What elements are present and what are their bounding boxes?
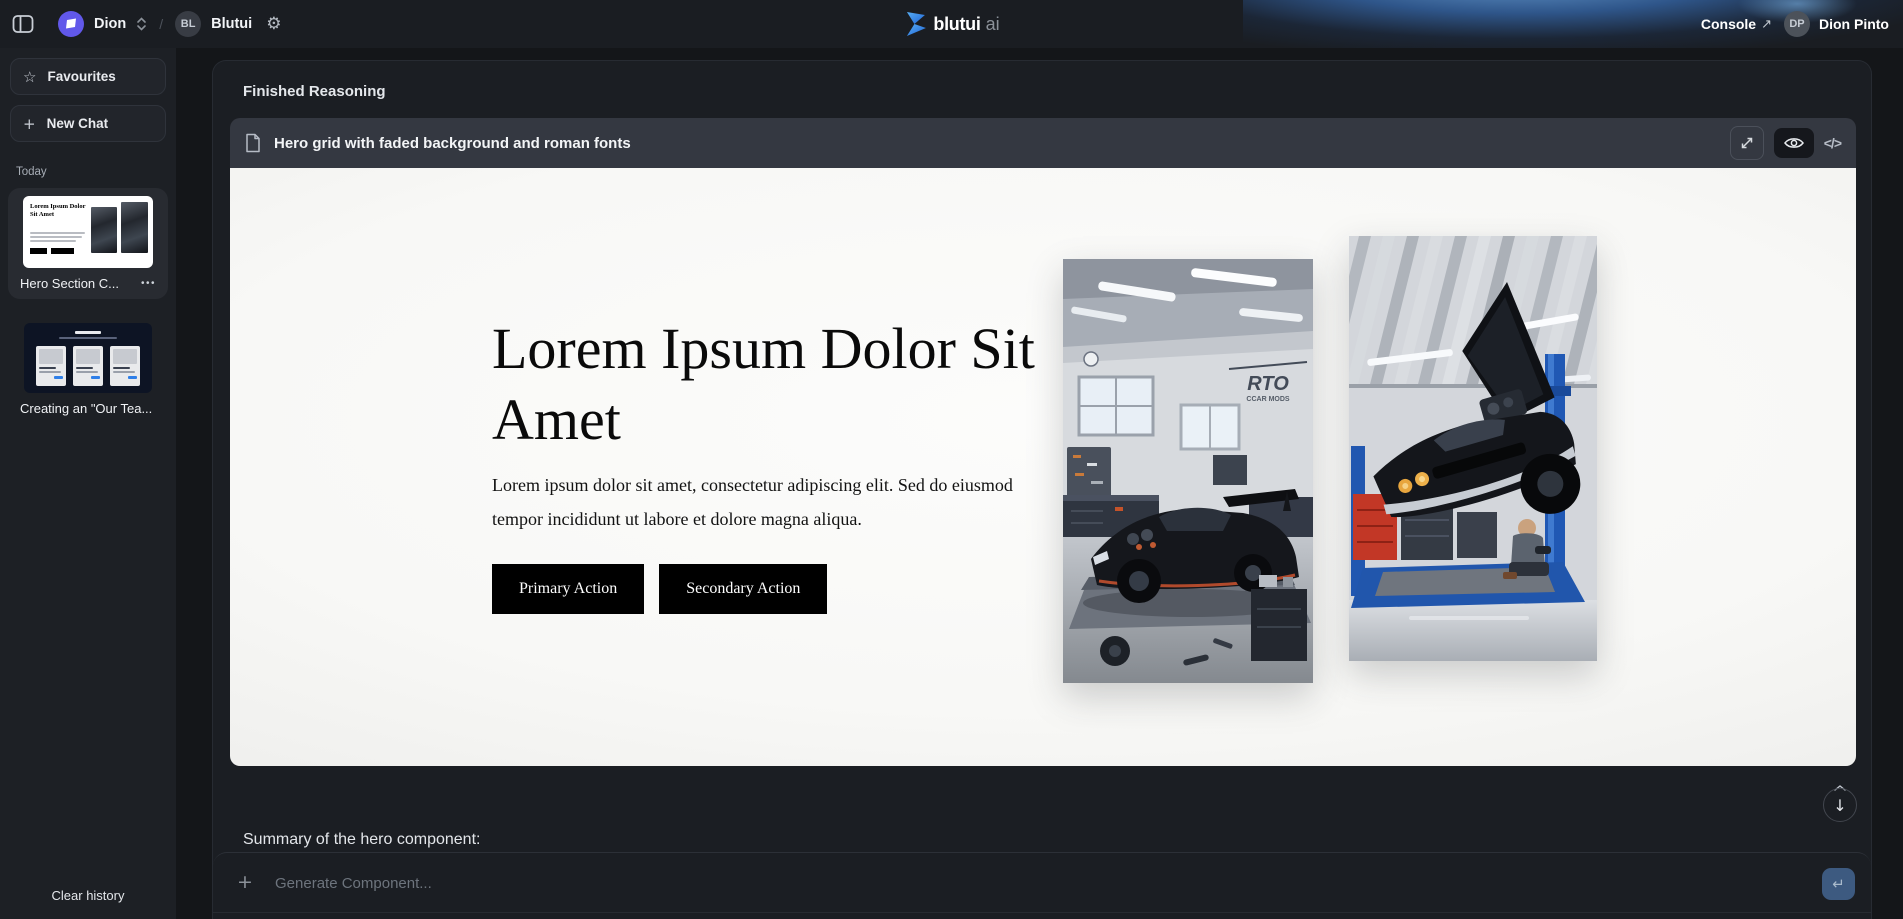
hero-image-garage-car: RTO CCAR MODS xyxy=(1063,259,1313,683)
garage-sign-subtext: CCAR MODS xyxy=(1246,396,1289,403)
composer-divider xyxy=(213,912,1871,913)
component-card-header: Hero grid with faded background and roma… xyxy=(230,118,1856,168)
hero-primary-button[interactable]: Primary Action xyxy=(492,564,644,614)
sidebar-toggle-icon[interactable] xyxy=(12,13,34,35)
eye-icon xyxy=(1784,136,1804,150)
flag-icon xyxy=(64,18,78,30)
project-name[interactable]: Blutui xyxy=(211,16,252,32)
section-label-today: Today xyxy=(16,166,176,178)
hero-image-car-lift xyxy=(1349,236,1597,661)
send-button[interactable]: ↵ xyxy=(1822,868,1855,900)
hero-heading: Lorem Ipsum Dolor Sit Amet xyxy=(492,314,1067,456)
blutui-logo-icon xyxy=(903,11,926,37)
brand-name: blutui xyxy=(933,14,980,35)
new-chat-button[interactable]: + New Chat xyxy=(10,105,166,142)
console-link[interactable]: Console ↗ xyxy=(1701,16,1772,32)
composer: + ↵ xyxy=(213,852,1871,919)
clear-history-button[interactable]: Clear history xyxy=(0,888,176,903)
chat-item-hero-section[interactable]: Lorem Ipsum Dolor Sit Amet Hero Section … xyxy=(8,188,168,299)
chat-item-our-team[interactable]: Creating an "Our Tea... xyxy=(8,315,168,424)
chat-panel: Finished Reasoning Hero grid with faded … xyxy=(212,60,1872,919)
top-bar: Dion / BL Blutui ⚙ blutui ai Console ↗ D… xyxy=(0,0,1903,48)
scroll-to-bottom-button[interactable]: ↓ xyxy=(1823,788,1857,822)
attach-plus-icon[interactable]: + xyxy=(237,871,253,893)
external-link-icon: ↗ xyxy=(1761,17,1772,32)
reasoning-status: Finished Reasoning xyxy=(243,83,386,100)
user-avatar: DP xyxy=(1784,11,1810,37)
project-badge[interactable]: BL xyxy=(175,11,201,37)
chat-thumbnail-hero: Lorem Ipsum Dolor Sit Amet xyxy=(23,196,153,268)
summary-text: Summary of the hero component: xyxy=(243,831,480,849)
chat-item-menu-icon[interactable]: ••• xyxy=(141,278,156,289)
component-preview: Lorem Ipsum Dolor Sit Amet Lorem ipsum d… xyxy=(230,168,1856,766)
expand-icon xyxy=(1739,135,1755,151)
preview-toggle-button[interactable] xyxy=(1774,128,1814,158)
expand-button[interactable] xyxy=(1730,126,1764,160)
plus-icon: + xyxy=(23,115,36,133)
brand-logo: blutui ai xyxy=(903,0,999,48)
component-card: Hero grid with faded background and roma… xyxy=(230,118,1856,766)
favourites-button[interactable]: ☆ Favourites xyxy=(10,58,166,95)
brand-suffix: ai xyxy=(986,14,1000,35)
account-menu[interactable]: DP Dion Pinto xyxy=(1784,11,1889,37)
settings-gear-icon[interactable]: ⚙ xyxy=(266,14,281,34)
workspace-name[interactable]: Dion xyxy=(94,16,126,32)
chat-thumbnail-team xyxy=(24,323,152,393)
star-icon: ☆ xyxy=(23,68,36,86)
hero-secondary-button[interactable]: Secondary Action xyxy=(659,564,827,614)
prompt-input[interactable] xyxy=(275,865,1755,901)
breadcrumb-separator: / xyxy=(159,16,163,32)
file-icon xyxy=(245,133,261,153)
user-name: Dion Pinto xyxy=(1819,16,1889,32)
sidebar: ☆ Favourites + New Chat Today Lorem Ipsu… xyxy=(0,48,176,919)
component-title: Hero grid with faded background and roma… xyxy=(274,135,631,152)
workspace-avatar[interactable] xyxy=(58,11,84,37)
hero-body: Lorem ipsum dolor sit amet, consectetur … xyxy=(492,468,1017,536)
workspace-switcher-icon[interactable] xyxy=(136,16,147,32)
garage-sign-text: RTO xyxy=(1247,373,1289,395)
code-view-button[interactable]: </> xyxy=(1824,135,1841,151)
